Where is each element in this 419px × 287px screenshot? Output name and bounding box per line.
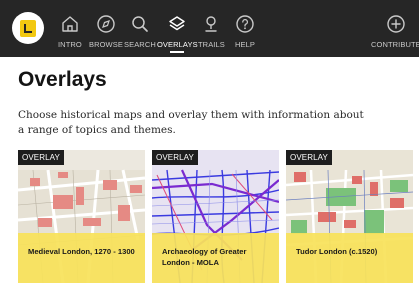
top-navigation-bar: INTRO BROWSE SEARCH OVERLAYS TRAILS HELP… (0, 0, 419, 57)
nav-item-help[interactable]: HELP (235, 14, 255, 49)
nav-item-intro[interactable]: INTRO (58, 14, 82, 49)
overlay-card-tudor-london[interactable]: OVERLAY Tudor London (c.1520) (286, 150, 413, 283)
page-title: Overlays (18, 68, 107, 91)
page-intro-text: Choose historical maps and overlay them … (18, 109, 364, 136)
search-icon (132, 16, 148, 32)
nav-item-search[interactable]: SEARCH (124, 14, 156, 49)
overlay-badge: OVERLAY (152, 150, 198, 165)
overlay-card-archaeology-mola[interactable]: OVERLAY Archaeology of Greater London - … (152, 150, 279, 283)
contribute-label: CONTRIBUTE (371, 40, 419, 49)
nav-item-trails[interactable]: TRAILS (198, 14, 225, 49)
nav-label-trails: TRAILS (198, 40, 225, 49)
nav-label-browse: BROWSE (89, 40, 123, 49)
overlay-card-medieval-london[interactable]: OVERLAY Medieval London, 1270 - 1300 (18, 150, 145, 283)
overlay-badge: OVERLAY (18, 150, 64, 165)
nav-item-overlays[interactable]: OVERLAYS (157, 14, 198, 53)
plus-circle-icon (387, 15, 405, 33)
overlay-card-title: Medieval London, 1270 - 1300 (18, 233, 145, 283)
nav-label-intro: INTRO (58, 40, 82, 49)
overlay-card-title: Archaeology of Greater London - MOLA (152, 233, 279, 283)
nav-label-overlays: OVERLAYS (157, 40, 198, 49)
home-icon (62, 16, 78, 32)
overlay-card-title: Tudor London (c.1520) (286, 233, 413, 283)
nav-label-help: HELP (235, 40, 255, 49)
nav-item-browse[interactable]: BROWSE (89, 14, 123, 49)
compass-icon (97, 15, 115, 33)
contribute-button[interactable]: CONTRIBUTE (371, 14, 419, 49)
nav-label-search: SEARCH (124, 40, 156, 49)
logo[interactable] (12, 12, 44, 44)
trail-pin-icon (205, 16, 218, 32)
layers-icon (169, 16, 186, 31)
active-tab-indicator (170, 51, 185, 53)
help-icon (236, 15, 254, 33)
location-pin-logo-icon (20, 19, 36, 37)
overlay-badge: OVERLAY (286, 150, 332, 165)
